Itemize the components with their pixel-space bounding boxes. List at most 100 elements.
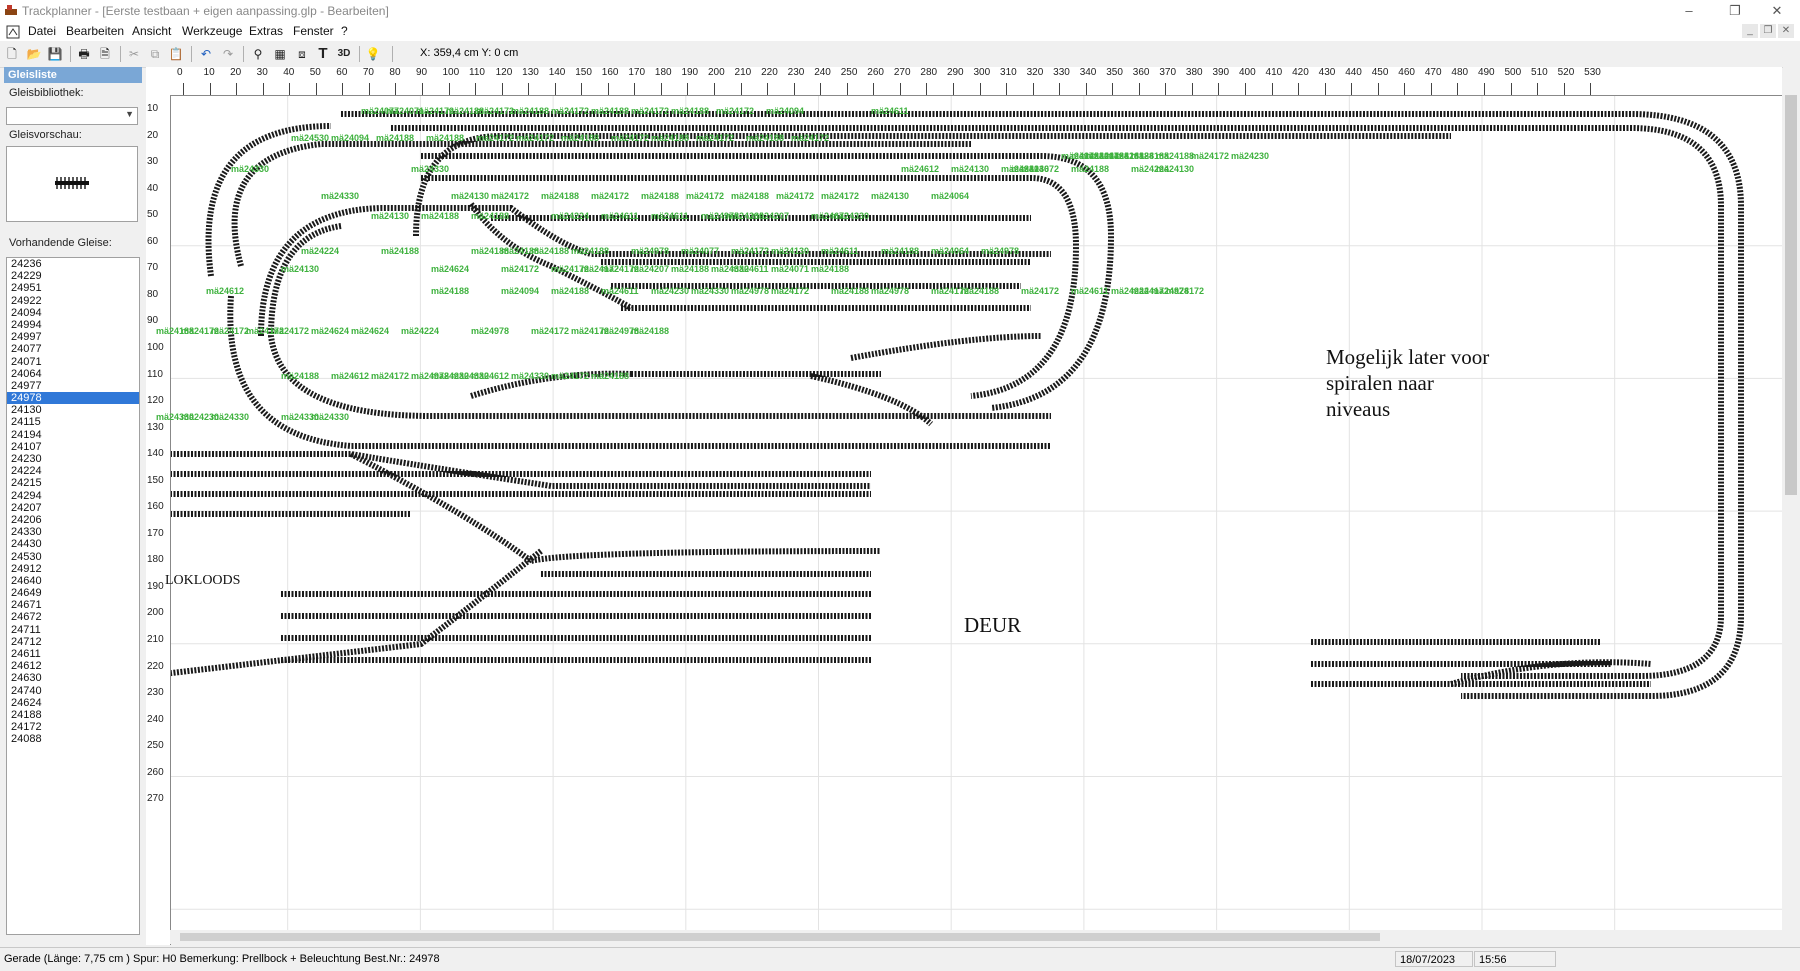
track-list-item[interactable]: 24671 bbox=[7, 599, 139, 611]
track-list-item[interactable]: 24624 bbox=[7, 697, 139, 709]
track-list-item[interactable]: 24997 bbox=[7, 331, 139, 343]
help-icon[interactable]: 💡 bbox=[363, 45, 383, 63]
track-part-label: mä24978 bbox=[871, 286, 910, 296]
calculator-icon[interactable]: ▦ bbox=[270, 45, 290, 63]
library-select[interactable]: ▼ bbox=[6, 107, 138, 125]
horizontal-scroll-thumb[interactable] bbox=[180, 933, 1380, 941]
existing-tracks-list[interactable]: 24236 24229 24951 24922 24094 24994 24997 24077… bbox=[6, 257, 140, 935]
text-tool-icon[interactable]: T bbox=[313, 45, 333, 63]
track-part-label: mä24172 bbox=[1191, 151, 1230, 161]
ruler-tick-label: 220 bbox=[761, 67, 778, 78]
track-list-item[interactable]: 24064 bbox=[7, 368, 139, 380]
track-part-label: mä24130 bbox=[451, 191, 490, 201]
window-icon[interactable]: ⧈ bbox=[292, 45, 312, 63]
ruler-tick bbox=[1138, 83, 1140, 95]
track-part-label: mä24188 bbox=[281, 371, 320, 381]
track-list-item[interactable]: 24215 bbox=[7, 477, 139, 489]
track-list-item[interactable]: 24115 bbox=[7, 416, 139, 428]
track-list-item[interactable]: 24130 bbox=[7, 404, 139, 416]
track-list-item[interactable]: 24978 bbox=[7, 392, 139, 405]
mdi-restore-button[interactable]: ❐ bbox=[1760, 24, 1776, 38]
track-list-item[interactable]: 24612 bbox=[7, 660, 139, 672]
track-part-label: mä24172 bbox=[551, 371, 590, 381]
track-part-label: mä24130 bbox=[871, 191, 910, 201]
open-folder-icon[interactable]: 📂 bbox=[24, 45, 44, 63]
vertical-scroll-thumb[interactable] bbox=[1785, 95, 1797, 495]
mdi-close-button[interactable]: ✕ bbox=[1778, 24, 1794, 38]
ruler-tick-label: 480 bbox=[1451, 67, 1469, 78]
track-list-item[interactable]: 24649 bbox=[7, 587, 139, 599]
track-list-item[interactable]: 24206 bbox=[7, 514, 139, 526]
track-list-item[interactable]: 24236 bbox=[7, 258, 139, 270]
redo-icon[interactable]: ↷ bbox=[218, 45, 238, 63]
toolbar-separator bbox=[70, 46, 71, 62]
track-part-label: mä24978 bbox=[731, 286, 770, 296]
print-icon[interactable]: 🖶 bbox=[74, 45, 94, 63]
maximize-button[interactable]: ❐ bbox=[1712, 0, 1758, 22]
menu-bearbeiten[interactable]: Bearbeiten bbox=[66, 24, 124, 38]
track-list-item[interactable]: 24922 bbox=[7, 295, 139, 307]
3d-view-icon[interactable]: 3D bbox=[334, 45, 354, 63]
track-list-item[interactable]: 24994 bbox=[7, 319, 139, 331]
track-part-label: mä24624 bbox=[431, 264, 470, 274]
track-list-item[interactable]: 24229 bbox=[7, 270, 139, 282]
track-list-item[interactable]: 24330 bbox=[7, 526, 139, 538]
ruler-tick-label: 200 bbox=[147, 607, 164, 619]
track-list-item[interactable]: 24230 bbox=[7, 453, 139, 465]
cut-icon[interactable]: ✂ bbox=[124, 45, 144, 63]
menu-werkzeuge[interactable]: Werkzeuge bbox=[182, 24, 242, 38]
horizontal-scrollbar[interactable] bbox=[170, 930, 1782, 944]
ruler-tick-label: 160 bbox=[601, 67, 619, 78]
mdi-minimize-button[interactable]: _ bbox=[1742, 24, 1758, 38]
print-preview-icon[interactable]: 🗎 bbox=[95, 45, 115, 63]
close-button[interactable]: ✕ bbox=[1754, 0, 1800, 22]
menu-help[interactable]: ? bbox=[341, 24, 348, 38]
track-list-item[interactable]: 24530 bbox=[7, 551, 139, 563]
ruler-tick-label: 210 bbox=[734, 67, 752, 78]
track-list-item[interactable]: 24640 bbox=[7, 575, 139, 587]
track-list-item[interactable]: 24912 bbox=[7, 563, 139, 575]
track-list-item[interactable]: 24194 bbox=[7, 429, 139, 441]
track-list-item[interactable]: 24977 bbox=[7, 380, 139, 392]
track-list-item[interactable]: 24224 bbox=[7, 465, 139, 477]
track-list-item[interactable]: 24207 bbox=[7, 502, 139, 514]
vertical-scrollbar[interactable] bbox=[1783, 67, 1800, 945]
toolbar-separator bbox=[243, 46, 244, 62]
track-list-item[interactable]: 24188 bbox=[7, 709, 139, 721]
app-icon bbox=[5, 5, 17, 15]
track-plan-canvas[interactable]: Mogelijk later voor spiralen naar niveau… bbox=[156, 96, 1782, 944]
save-icon[interactable]: 💾 bbox=[45, 45, 65, 63]
track-list-item[interactable]: 24294 bbox=[7, 490, 139, 502]
copy-icon[interactable]: ⧉ bbox=[145, 45, 165, 63]
track-list-item[interactable]: 24712 bbox=[7, 636, 139, 648]
track-list-item[interactable]: 24672 bbox=[7, 611, 139, 623]
new-file-icon[interactable]: 🗋 bbox=[2, 45, 22, 63]
ruler-tick-label: 70 bbox=[362, 67, 374, 78]
track-list-item[interactable]: 24094 bbox=[7, 307, 139, 319]
menu-datei[interactable]: Datei bbox=[28, 24, 56, 38]
track-list-item[interactable]: 24077 bbox=[7, 343, 139, 355]
track-list-item[interactable]: 24088 bbox=[7, 733, 139, 745]
track-list-item[interactable]: 24430 bbox=[7, 538, 139, 550]
track-list-item[interactable]: 24107 bbox=[7, 441, 139, 453]
track-list-item[interactable]: 24951 bbox=[7, 282, 139, 294]
document-icon[interactable] bbox=[6, 25, 20, 39]
undo-icon[interactable]: ↶ bbox=[196, 45, 216, 63]
track-list-item[interactable]: 24071 bbox=[7, 356, 139, 368]
track-list-item[interactable]: 24630 bbox=[7, 672, 139, 684]
menu-extras[interactable]: Extras bbox=[249, 24, 283, 38]
track-list-item[interactable]: 24611 bbox=[7, 648, 139, 660]
ruler-tick-label: 510 bbox=[1531, 67, 1548, 78]
track-list-item[interactable]: 24172 bbox=[7, 721, 139, 733]
ruler-tick-label: 440 bbox=[1345, 67, 1362, 78]
menu-fenster[interactable]: Fenster bbox=[293, 24, 334, 38]
window-title: Trackplanner - [Eerste testbaan + eigen … bbox=[22, 4, 389, 18]
track-list-item[interactable]: 24740 bbox=[7, 685, 139, 697]
minimize-button[interactable]: – bbox=[1666, 0, 1712, 22]
menu-ansicht[interactable]: Ansicht bbox=[132, 24, 171, 38]
paste-icon[interactable]: 📋 bbox=[166, 45, 186, 63]
track-list-item[interactable]: 24711 bbox=[7, 624, 139, 636]
track-tool-icon[interactable]: ⚲ bbox=[248, 45, 268, 63]
track-part-label: mä24611 bbox=[871, 106, 909, 116]
ruler-tick-label: 50 bbox=[147, 209, 159, 221]
